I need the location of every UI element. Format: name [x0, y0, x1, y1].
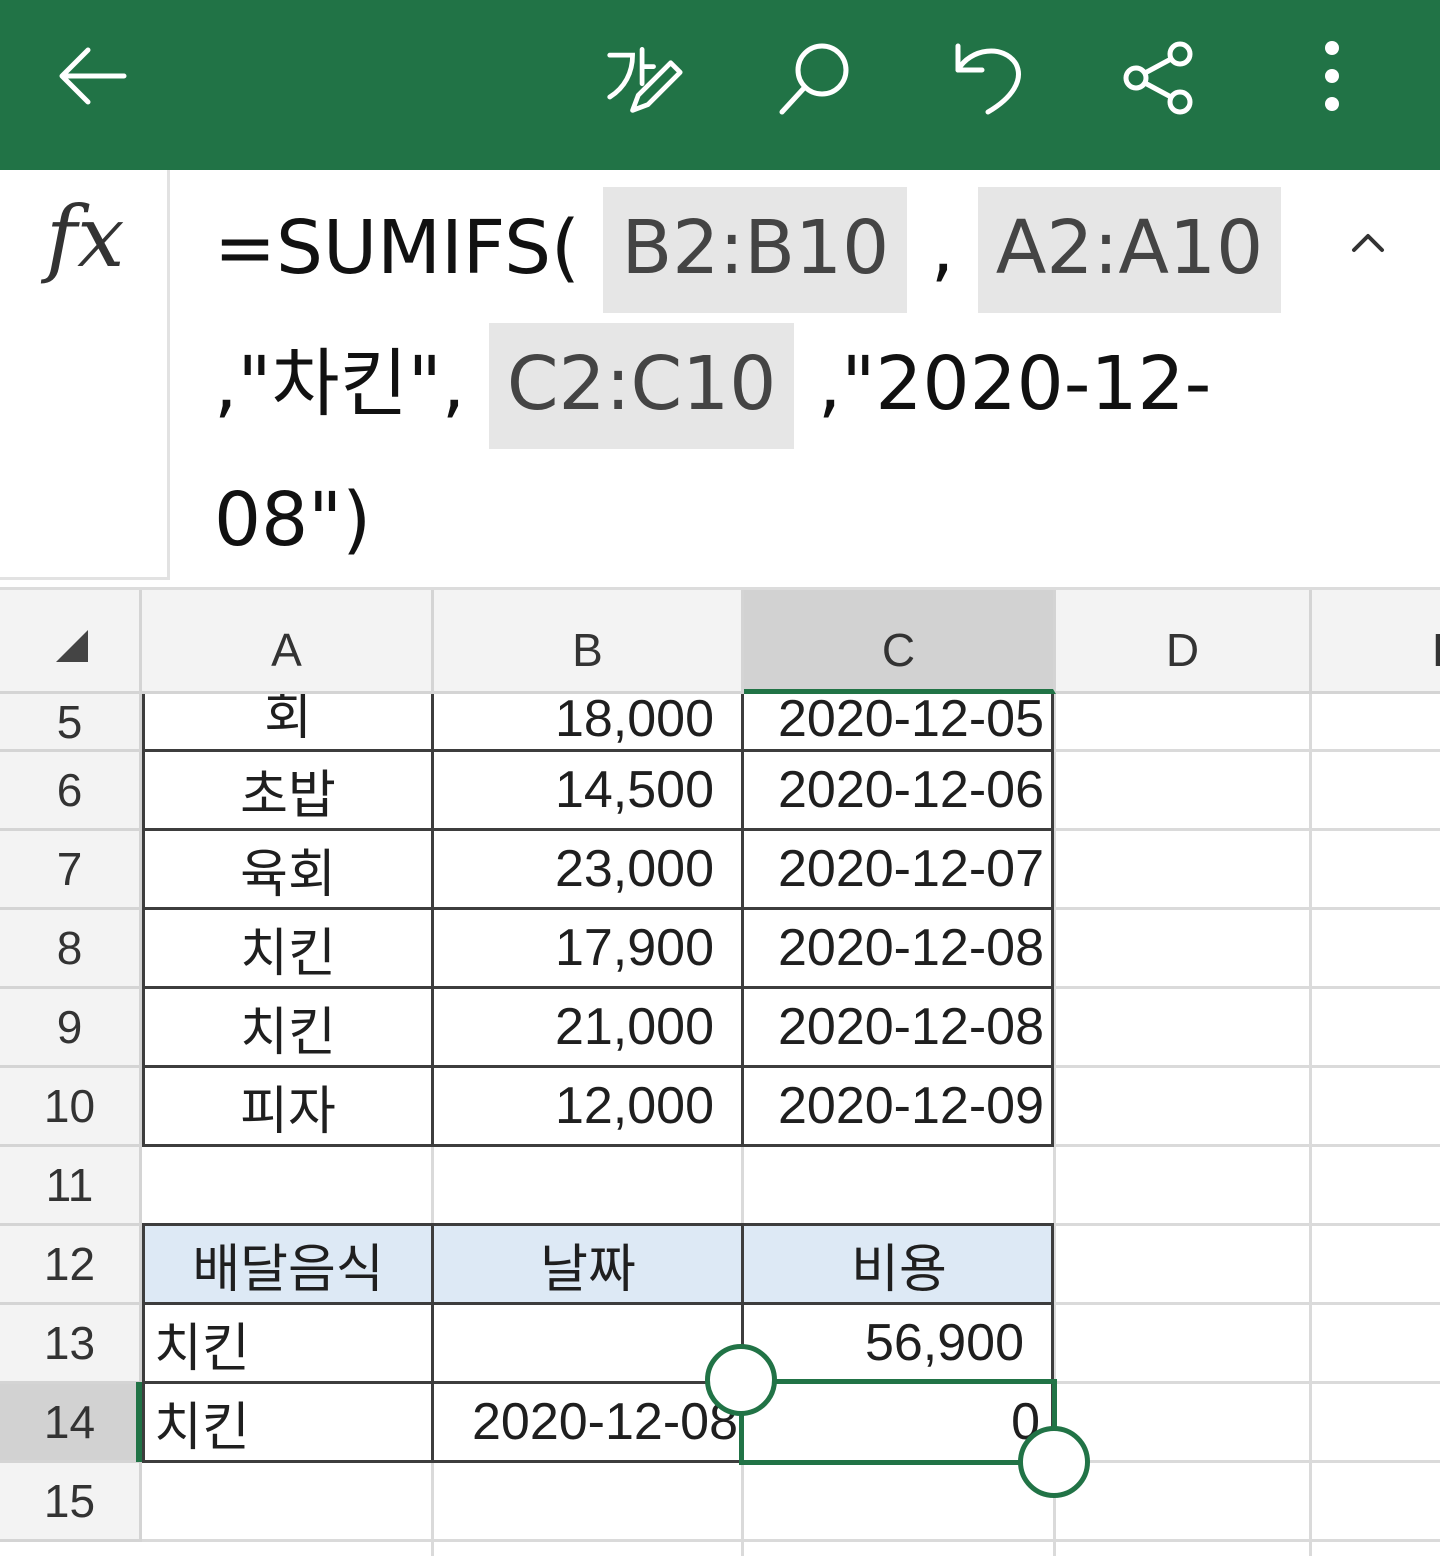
cell-b12-header[interactable]: 날짜 — [434, 1226, 742, 1302]
more-options-button[interactable] — [1292, 38, 1372, 118]
table-border — [741, 694, 744, 1145]
row-header[interactable]: 6 — [0, 752, 142, 831]
cell-a6[interactable]: 초밥 — [144, 752, 432, 828]
table-border — [142, 694, 145, 1145]
cell-c7[interactable]: 2020-12-07 — [744, 831, 1054, 907]
formula-ref-b: B2:B10 — [603, 187, 908, 313]
cell-a12-header[interactable]: 배달음식 — [144, 1226, 432, 1302]
column-header-a[interactable]: A — [142, 590, 434, 694]
search-button[interactable] — [776, 38, 856, 118]
column-header-d[interactable]: D — [1056, 590, 1312, 694]
share-icon — [1123, 41, 1193, 115]
cell-c5[interactable]: 2020-12-05 — [744, 694, 1054, 749]
formula-text: ,"차킨", — [214, 341, 466, 427]
cell-a10[interactable]: 피자 — [144, 1068, 432, 1144]
cell-b6[interactable]: 14,500 — [434, 752, 742, 828]
table-border — [142, 1144, 1054, 1147]
row-header[interactable]: 10 — [0, 1068, 142, 1147]
select-all-corner[interactable] — [0, 590, 142, 694]
more-vertical-icon — [1325, 41, 1339, 111]
gridline — [1309, 694, 1312, 1556]
fx-label: fx — [46, 188, 125, 286]
row-header[interactable]: 8 — [0, 910, 142, 989]
search-icon — [779, 43, 849, 115]
cell-b13[interactable] — [434, 1305, 742, 1381]
table-border — [142, 1302, 1054, 1305]
selection-handle-bottom-right[interactable] — [1018, 1426, 1090, 1498]
cell-a14[interactable]: 치킨 — [144, 1384, 432, 1460]
cell-a7[interactable]: 육회 — [144, 831, 432, 907]
row-selection-marker — [136, 1382, 142, 1462]
select-all-icon — [56, 630, 88, 662]
formula-input[interactable]: =SUMIFS( B2:B10 , A2:A10 ,"차킨", C2:C10 ,… — [214, 180, 1324, 588]
cell-b8[interactable]: 17,900 — [434, 910, 742, 986]
table-border — [142, 1223, 145, 1463]
fx-button-area[interactable]: fx — [0, 170, 170, 580]
spreadsheet-grid[interactable]: A B C D E 5 6 7 8 9 10 11 12 13 14 15 회 … — [0, 590, 1440, 1556]
cell-a5[interactable]: 회 — [144, 694, 432, 749]
formula-ref-c: C2:C10 — [488, 323, 795, 449]
table-border — [142, 749, 1054, 752]
table-border — [431, 1223, 434, 1463]
cell-c6[interactable]: 2020-12-06 — [744, 752, 1054, 828]
cell-c13[interactable]: 56,900 — [744, 1305, 1054, 1381]
app-toolbar — [0, 0, 1440, 170]
formula-ref-a: A2:A10 — [977, 187, 1282, 313]
cell-c9[interactable]: 2020-12-08 — [744, 989, 1054, 1065]
row-header[interactable]: 11 — [0, 1147, 142, 1226]
arrow-left-icon — [59, 47, 127, 105]
table-border — [142, 986, 1054, 989]
cell-b9[interactable]: 21,000 — [434, 989, 742, 1065]
column-header-c[interactable]: C — [744, 590, 1056, 694]
undo-button[interactable] — [948, 38, 1028, 118]
cell-c8[interactable]: 2020-12-08 — [744, 910, 1054, 986]
cell-a9[interactable]: 치킨 — [144, 989, 432, 1065]
cell-a13[interactable]: 치킨 — [144, 1305, 432, 1381]
cell-b7[interactable]: 23,000 — [434, 831, 742, 907]
cell-b5[interactable]: 18,000 — [434, 694, 742, 749]
share-button[interactable] — [1118, 38, 1198, 118]
table-border — [431, 694, 434, 1145]
cell-b14[interactable]: 2020-12-08 — [434, 1384, 742, 1460]
column-header-e[interactable]: E — [1312, 590, 1440, 694]
table-border — [142, 1223, 1054, 1226]
cell-c10[interactable]: 2020-12-09 — [744, 1068, 1054, 1144]
selection-handle-top-left[interactable] — [705, 1344, 777, 1416]
gridline — [142, 1539, 1440, 1542]
undo-icon — [955, 43, 1021, 115]
edit-text-button[interactable] — [604, 38, 684, 118]
table-border — [142, 1065, 1054, 1068]
table-border — [142, 828, 1054, 831]
row-header[interactable]: 15 — [0, 1463, 142, 1542]
formula-text: =SUMIFS( — [214, 205, 580, 291]
row-header[interactable]: 13 — [0, 1305, 142, 1384]
cell-b10[interactable]: 12,000 — [434, 1068, 742, 1144]
row-header[interactable]: 9 — [0, 989, 142, 1068]
selected-cell-c14[interactable] — [739, 1379, 1057, 1465]
row-header[interactable]: 7 — [0, 831, 142, 910]
row-header[interactable]: 5 — [0, 694, 142, 752]
row-header-selected[interactable]: 14 — [0, 1384, 142, 1463]
back-button[interactable] — [52, 38, 132, 118]
cell-c12-header[interactable]: 비용 — [744, 1226, 1054, 1302]
table-border — [142, 907, 1054, 910]
row-header[interactable]: 12 — [0, 1226, 142, 1305]
table-border — [1051, 694, 1054, 1145]
formula-text: , — [930, 205, 955, 291]
column-header-b[interactable]: B — [434, 590, 744, 694]
pen-edit-icon — [607, 47, 683, 113]
cell-a8[interactable]: 치킨 — [144, 910, 432, 986]
formula-bar: fx =SUMIFS( B2:B10 , A2:A10 ,"차킨", C2:C1… — [0, 170, 1440, 590]
collapse-formula-button[interactable] — [1346, 220, 1390, 264]
chevron-up-icon — [1352, 234, 1384, 252]
